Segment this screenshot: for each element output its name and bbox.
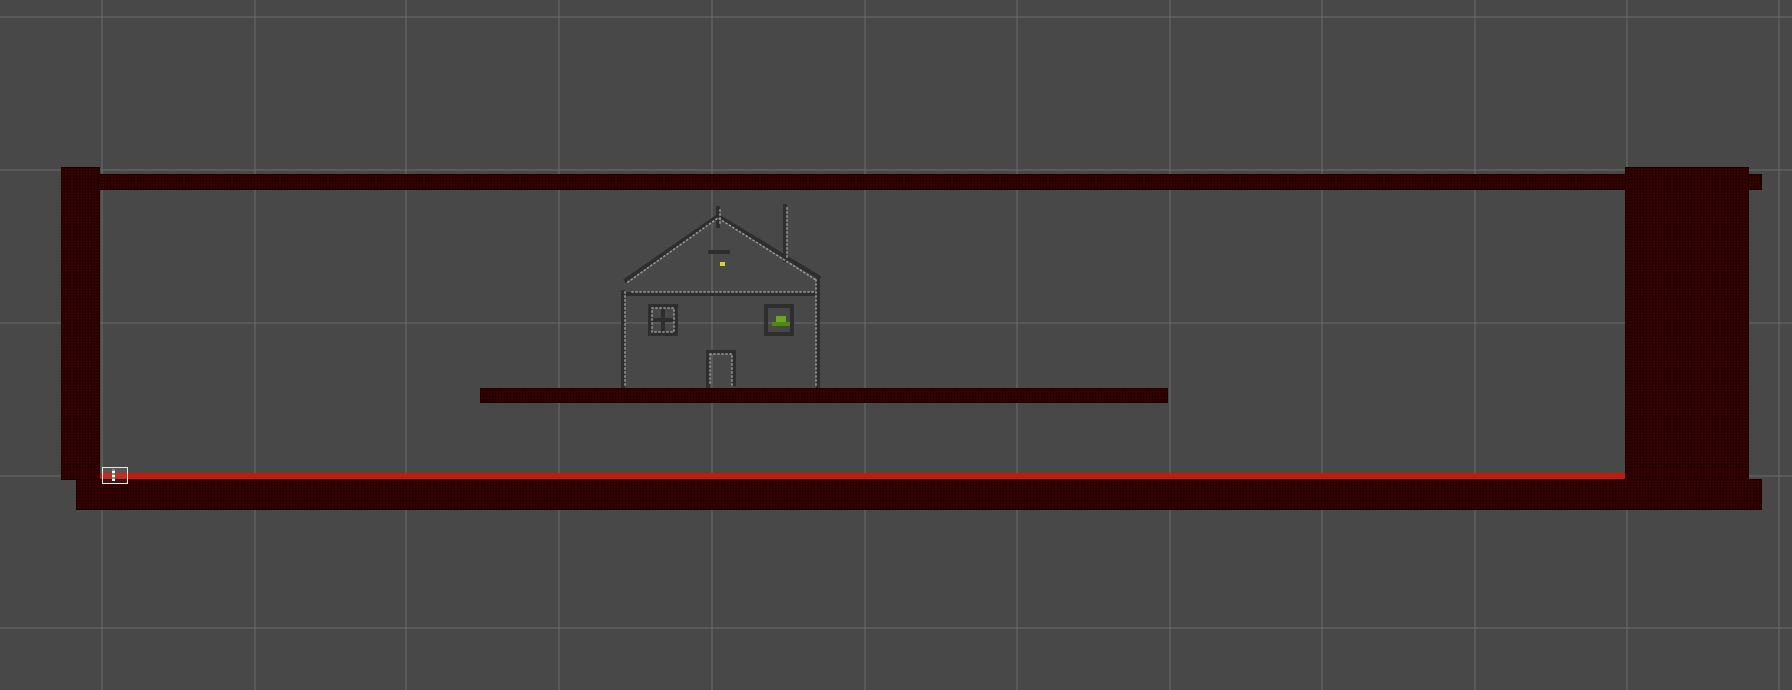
green-sprite-icon xyxy=(772,316,790,326)
house-sketch[interactable] xyxy=(0,0,1792,690)
yellow-dot-icon xyxy=(720,262,725,266)
player-gizmo[interactable] xyxy=(102,467,128,484)
scene-view[interactable] xyxy=(0,0,1792,690)
